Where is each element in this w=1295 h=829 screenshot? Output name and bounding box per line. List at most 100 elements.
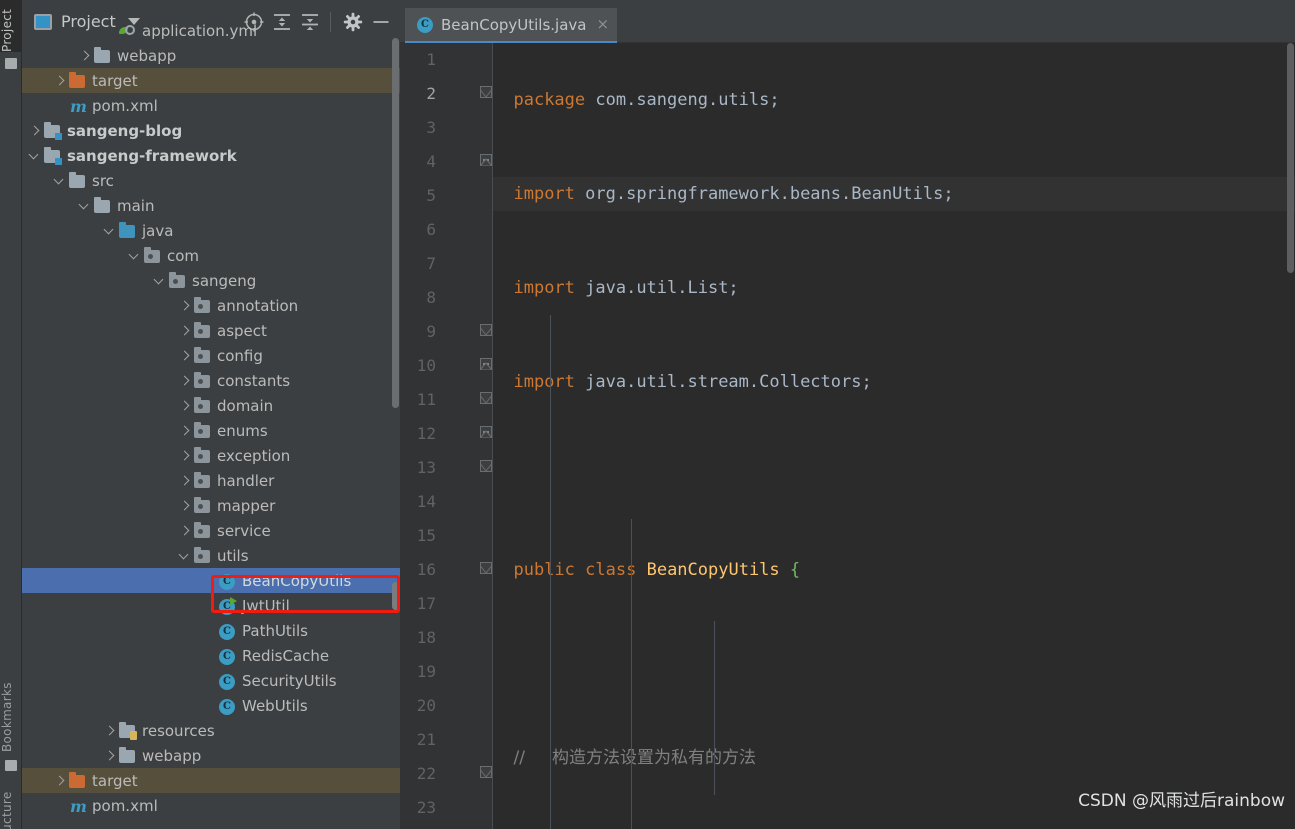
- chevron-right-icon[interactable]: [178, 374, 191, 387]
- tree-node-label: enums: [217, 421, 268, 440]
- tree-node-com[interactable]: com: [22, 243, 400, 268]
- tree-node-label: handler: [217, 471, 275, 490]
- token-import-path-1: org.springframework.beans.BeanUtils;: [574, 184, 954, 204]
- tree-node-aspect[interactable]: aspect: [22, 318, 400, 343]
- chevron-down-icon[interactable]: [78, 199, 91, 212]
- tool-strip-tab-project[interactable]: Project: [0, 0, 21, 52]
- tree-node-annotation[interactable]: annotation: [22, 293, 400, 318]
- package-icon: [194, 521, 211, 539]
- code-line-1: package com.sangeng.utils;: [493, 83, 1295, 117]
- chevron-right-icon[interactable]: [178, 399, 191, 412]
- tree-node-utils[interactable]: utils: [22, 543, 400, 568]
- chevron-down-icon[interactable]: [28, 149, 41, 162]
- chevron-right-icon[interactable]: [178, 424, 191, 437]
- tree-node-pathutils[interactable]: C PathUtils: [22, 618, 400, 643]
- project-tree[interactable]: application.yml webapp target m pom.xml sange…: [22, 18, 400, 817]
- module-folder-icon: [44, 146, 62, 165]
- tree-node-java[interactable]: java: [22, 218, 400, 243]
- tree-node-target[interactable]: target: [22, 768, 400, 793]
- tree-node-sangeng-framework[interactable]: sangeng-framework: [22, 143, 400, 168]
- tool-strip-tab-bookmarks[interactable]: Bookmarks: [0, 660, 21, 752]
- chevron-right-icon[interactable]: [178, 449, 191, 462]
- chevron-right-icon[interactable]: [178, 474, 191, 487]
- tree-node-application-yml[interactable]: application.yml: [22, 18, 400, 43]
- tree-node-handler[interactable]: handler: [22, 468, 400, 493]
- package-icon: [194, 346, 211, 364]
- no-arrow-spacer: [203, 599, 216, 612]
- tree-node-exception[interactable]: exception: [22, 443, 400, 468]
- tree-node-constants[interactable]: constants: [22, 368, 400, 393]
- project-strip-icon: [5, 58, 17, 69]
- line-number-17: 17: [416, 594, 436, 613]
- chevron-right-icon[interactable]: [53, 74, 66, 87]
- tree-node-main[interactable]: main: [22, 193, 400, 218]
- package-icon: [194, 321, 211, 339]
- project-scrollbar-thumb[interactable]: [392, 38, 399, 408]
- package-icon: [194, 496, 211, 514]
- package-icon: [194, 446, 211, 464]
- tree-node-beancopyutils[interactable]: C BeanCopyUtils: [22, 568, 400, 593]
- editor-scrollbar-thumb[interactable]: [1287, 43, 1294, 273]
- chevron-right-icon[interactable]: [28, 124, 41, 137]
- line-number-18: 18: [416, 628, 436, 647]
- folder-orange-icon: [69, 771, 86, 789]
- tree-node-sangeng[interactable]: sangeng: [22, 268, 400, 293]
- project-tree-scrollbar[interactable]: [391, 0, 400, 829]
- chevron-right-icon[interactable]: [178, 324, 191, 337]
- close-icon[interactable]: ×: [596, 17, 609, 32]
- tree-node-jwtutil[interactable]: C JwtUtil: [22, 593, 400, 618]
- editor-gutter[interactable]: 1 2 3 4 5 6 7 8 9 10 11 12 13 14 15 16 17 18 19 20 21 22 23: [400, 43, 493, 829]
- package-icon: [194, 396, 211, 414]
- tree-node-sangeng-blog[interactable]: sangeng-blog: [22, 118, 400, 143]
- editor-tab-beancopyutils[interactable]: C BeanCopyUtils.java ×: [405, 8, 618, 43]
- tree-node-src[interactable]: src: [22, 168, 400, 193]
- package-icon: [144, 246, 161, 264]
- line-number-11: 11: [416, 390, 436, 409]
- tree-node-pom-xml[interactable]: m pom.xml: [22, 793, 400, 818]
- tree-node-webapp[interactable]: webapp: [22, 43, 400, 68]
- chevron-right-icon[interactable]: [78, 49, 91, 62]
- chevron-down-icon[interactable]: [53, 174, 66, 187]
- tree-node-pom-xml[interactable]: m pom.xml: [22, 93, 400, 118]
- bookmarks-strip-icon: [5, 760, 17, 771]
- chevron-down-icon[interactable]: [178, 549, 191, 562]
- line-number-21: 21: [416, 730, 436, 749]
- editor-scrollbar[interactable]: [1286, 43, 1295, 829]
- intellij-idea-window: Project Bookmarks Structure Project appl…: [0, 0, 1295, 829]
- project-scrollbar-thumb-lower[interactable]: [392, 582, 399, 610]
- editor-area: C BeanCopyUtils.java × 1 2 3 4 5 6 7 8 9 10 11 12 13…: [400, 0, 1295, 829]
- line-number-23: 23: [416, 798, 436, 817]
- chevron-down-icon[interactable]: [153, 274, 166, 287]
- chevron-right-icon[interactable]: [178, 349, 191, 362]
- chevron-right-icon[interactable]: [178, 299, 191, 312]
- tree-node-config[interactable]: config: [22, 343, 400, 368]
- code-line-4: import java.util.stream.Collectors;: [493, 365, 1295, 399]
- tree-node-mapper[interactable]: mapper: [22, 493, 400, 518]
- tool-strip-tab-structure[interactable]: Structure: [0, 790, 21, 829]
- tree-node-label: resources: [142, 721, 215, 740]
- code-text[interactable]: package com.sangeng.utils; import org.sp…: [493, 43, 1295, 829]
- tree-node-domain[interactable]: domain: [22, 393, 400, 418]
- line-number-5: 5: [426, 186, 436, 205]
- tree-node-service[interactable]: service: [22, 518, 400, 543]
- tool-window-strip: Project Bookmarks Structure: [0, 0, 22, 829]
- tree-node-securityutils[interactable]: C SecurityUtils: [22, 668, 400, 693]
- token-keyword-public-1: public: [513, 560, 575, 580]
- chevron-right-icon[interactable]: [103, 749, 116, 762]
- chevron-right-icon[interactable]: [53, 774, 66, 787]
- tree-node-target[interactable]: target: [22, 68, 400, 93]
- tree-node-webutils[interactable]: C WebUtils: [22, 693, 400, 718]
- tree-node-resources[interactable]: resources: [22, 718, 400, 743]
- chevron-right-icon[interactable]: [103, 724, 116, 737]
- tree-node-rediscache[interactable]: C RedisCache: [22, 643, 400, 668]
- folder-icon: [69, 171, 86, 189]
- tree-node-webapp[interactable]: webapp: [22, 743, 400, 768]
- chevron-right-icon[interactable]: [178, 524, 191, 537]
- project-tool-window: Project application.yml webapp target m …: [22, 0, 400, 829]
- chevron-down-icon[interactable]: [128, 249, 141, 262]
- tree-node-enums[interactable]: enums: [22, 418, 400, 443]
- chevron-down-icon[interactable]: [103, 224, 116, 237]
- code-viewport[interactable]: 1 2 3 4 5 6 7 8 9 10 11 12 13 14 15 16 17 18 19 20 21 22 23 pa…: [400, 43, 1295, 829]
- chevron-right-icon[interactable]: [178, 499, 191, 512]
